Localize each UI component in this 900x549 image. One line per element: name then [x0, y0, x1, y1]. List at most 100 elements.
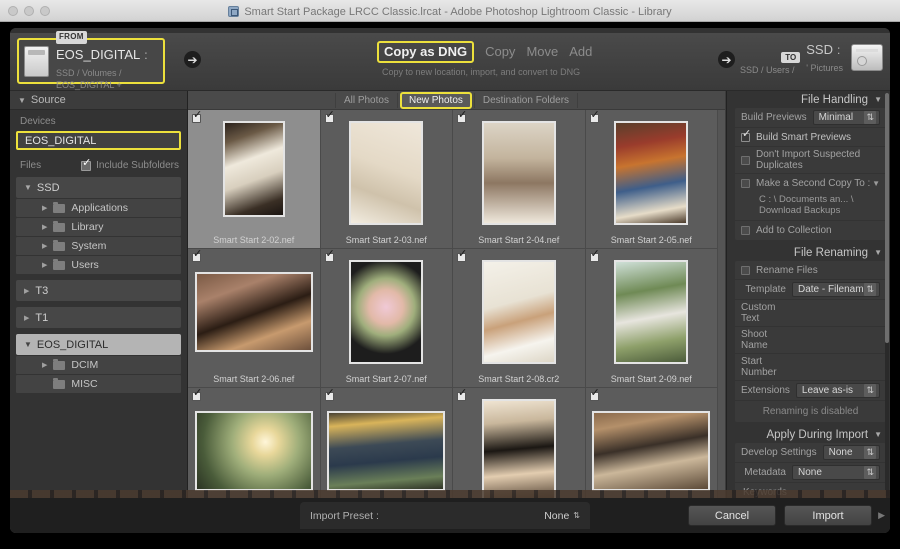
thumbnail-image[interactable] — [481, 399, 556, 498]
move-button[interactable]: Move — [526, 44, 558, 59]
thumbnail-cell[interactable]: Smart Start 2-06.nef — [188, 249, 321, 388]
folder-row-system[interactable]: ▶ System — [16, 237, 181, 255]
folder-row-applications[interactable]: ▶ Applications — [16, 199, 181, 217]
build-previews-select[interactable]: Minimal — [812, 110, 880, 125]
cancel-button[interactable]: Cancel — [688, 505, 776, 526]
tab-all-photos[interactable]: All Photos — [334, 92, 398, 108]
volume-row-t3[interactable]: ▶ T3 — [16, 280, 181, 301]
thumbnail-cell[interactable]: Smart Start 2-08.cr2 — [453, 249, 586, 388]
chevron-right-icon[interactable]: ▶ — [42, 242, 47, 250]
thumbnail-checkbox[interactable] — [324, 249, 335, 262]
checkbox-icon[interactable] — [741, 265, 750, 275]
thumbnail-cell[interactable] — [585, 388, 718, 498]
include-subfolders-toggle[interactable]: Include Subfolders — [81, 158, 179, 171]
chevron-right-icon[interactable]: ▶ — [42, 361, 47, 369]
thumbnail-image[interactable] — [349, 260, 424, 364]
close-button[interactable] — [8, 6, 18, 16]
develop-settings-row[interactable]: Develop Settings None — [735, 443, 886, 463]
template-row[interactable]: Template Date - Filename — [735, 280, 886, 300]
chevron-right-icon[interactable]: ▶ — [24, 314, 29, 322]
thumbnail-image[interactable] — [194, 411, 313, 491]
chevron-right-icon[interactable]: ▶ — [24, 287, 29, 295]
thumbnail-cell[interactable] — [188, 388, 321, 498]
window-controls[interactable] — [8, 6, 50, 16]
thumbnail-image[interactable] — [614, 121, 689, 225]
copy-button[interactable]: Copy — [485, 44, 515, 59]
thumbnail-cell[interactable] — [453, 388, 586, 498]
thumbnail-checkbox[interactable] — [457, 388, 467, 401]
thumbnail-image[interactable] — [481, 121, 556, 225]
thumbnail-image[interactable] — [481, 260, 556, 364]
folder-row-users[interactable]: ▶ Users — [16, 256, 181, 274]
chevron-right-icon[interactable]: ▶ — [42, 204, 47, 212]
rename-files-row[interactable]: Rename Files — [735, 261, 886, 280]
template-select[interactable]: Date - Filename — [792, 282, 880, 297]
thumbnail-checkbox[interactable] — [192, 388, 202, 401]
thumbnail-checkbox[interactable] — [589, 249, 600, 262]
thumbnail-image[interactable] — [327, 411, 446, 491]
stepper-icon[interactable]: ⇅ — [573, 511, 580, 519]
second-copy-row[interactable]: Make a Second Copy To : ▼ — [735, 174, 886, 193]
chevron-down-icon[interactable]: ▼ — [872, 179, 880, 188]
thumbnail-cell[interactable]: Smart Start 2-03.nef — [320, 110, 453, 249]
volume-row-t1[interactable]: ▶ T1 — [16, 307, 181, 328]
volume-row-eos-digital[interactable]: ▼ EOS_DIGITAL — [16, 334, 181, 355]
volume-row-ssd[interactable]: ▼ SSD — [16, 177, 181, 198]
add-to-collection-row[interactable]: Add to Collection — [735, 221, 886, 240]
thumbnail-checkbox[interactable] — [192, 249, 202, 262]
thumbnail-cell[interactable]: Smart Start 2-04.nef — [453, 110, 586, 249]
add-button[interactable]: Add — [569, 44, 592, 59]
build-previews-row[interactable]: Build Previews Minimal — [735, 108, 886, 128]
file-renaming-header[interactable]: File Renaming ▼ — [727, 244, 890, 261]
chevron-right-icon[interactable]: ▶ — [878, 510, 885, 521]
apply-during-import-header[interactable]: Apply During Import ▼ — [727, 426, 890, 443]
custom-text-row[interactable]: Custom Text — [735, 300, 886, 327]
thumbnail-cell[interactable] — [320, 388, 453, 498]
develop-settings-select[interactable]: None — [822, 445, 880, 460]
extensions-row[interactable]: Extensions Leave as-is — [735, 381, 886, 401]
thumbnail-cell[interactable]: Smart Start 2-05.nef — [585, 110, 718, 249]
extensions-select[interactable]: Leave as-is — [795, 383, 880, 398]
tab-destination-folders[interactable]: Destination Folders — [473, 92, 579, 108]
thumbnail-cell[interactable]: Smart Start 2-07.nef — [320, 249, 453, 388]
source-menu-caret[interactable]: : — [144, 48, 147, 62]
import-destination-selector[interactable]: TO SSD: ' Pictures — [781, 41, 883, 74]
thumbnail-image[interactable] — [592, 411, 711, 491]
thumbnail-checkbox[interactable] — [589, 388, 600, 401]
source-panel-header[interactable]: ▼ Source — [10, 91, 187, 110]
destination-menu-caret[interactable]: : — [837, 43, 840, 57]
thumbnail-checkbox[interactable] — [324, 388, 335, 401]
thumbnail-checkbox[interactable] — [457, 249, 467, 262]
tab-new-photos[interactable]: New Photos — [399, 91, 472, 109]
shoot-name-row[interactable]: Shoot Name — [735, 327, 886, 354]
import-preset-value-wrap[interactable]: None ⇅ — [544, 510, 580, 522]
thumbnail-cell[interactable]: Smart Start 2-02.nef — [188, 110, 321, 249]
checkbox-icon[interactable] — [741, 226, 750, 235]
import-preset-control[interactable]: Import Preset : None ⇅ — [300, 502, 590, 529]
thumbnail-image[interactable] — [614, 260, 689, 364]
chevron-right-icon[interactable]: ▶ — [42, 223, 47, 231]
minimize-button[interactable] — [24, 6, 34, 16]
scrollbar-thumb[interactable] — [885, 93, 889, 343]
import-source-selector[interactable]: FROM EOS_DIGITAL: SSD / Volumes / EOS_DIG… — [17, 31, 165, 90]
dont-import-duplicates-row[interactable]: Don't Import Suspected Duplicates — [735, 147, 886, 174]
folder-row-dcim[interactable]: ▶ DCIM — [16, 356, 181, 374]
metadata-row[interactable]: Metadata None — [735, 463, 886, 483]
folder-row-library[interactable]: ▶ Library — [16, 218, 181, 236]
folder-row-misc[interactable]: ▶ MISC — [16, 375, 181, 393]
metadata-select[interactable]: None — [792, 465, 880, 480]
build-smart-previews-row[interactable]: Build Smart Previews — [735, 128, 886, 147]
chevron-down-icon[interactable]: ▼ — [24, 183, 32, 192]
import-button[interactable]: Import — [784, 505, 872, 526]
copy-as-dng-button[interactable]: Copy as DNG — [377, 41, 475, 63]
chevron-down-icon[interactable]: ▼ — [24, 340, 32, 349]
thumbnail-checkbox[interactable] — [192, 110, 202, 123]
thumbnail-image[interactable] — [349, 121, 424, 225]
file-handling-header[interactable]: File Handling ▼ — [727, 91, 890, 108]
maximize-button[interactable] — [40, 6, 50, 16]
checkbox-icon[interactable] — [741, 155, 750, 165]
thumbnail-checkbox[interactable] — [457, 110, 467, 123]
thumbnail-image[interactable] — [194, 272, 313, 352]
chevron-right-icon[interactable]: ▶ — [42, 261, 47, 269]
thumbnail-cell[interactable]: Smart Start 2-09.nef — [585, 249, 718, 388]
